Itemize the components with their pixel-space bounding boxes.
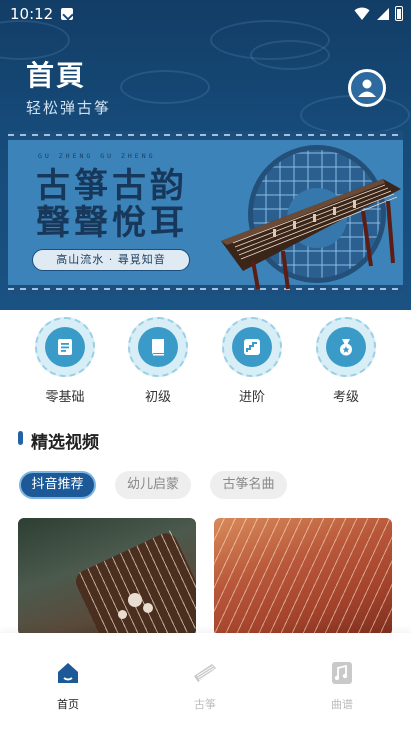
nav-label: 古筝: [194, 698, 216, 711]
signal-icon: [377, 7, 389, 20]
video-thumbnail[interactable]: [18, 518, 196, 636]
category-beginner-zero[interactable]: 零基础: [35, 317, 95, 405]
guzheng-icon: [194, 664, 216, 682]
bottom-navigation: 首页 古筝 曲谱: [0, 633, 411, 730]
banner-border: [8, 131, 403, 140]
home-icon: [58, 663, 78, 683]
banner-tagline: 高山流水 · 尋覓知音: [32, 249, 190, 271]
wifi-icon: [354, 7, 370, 20]
stairs-icon: [244, 339, 260, 355]
sheet-music-icon: [332, 662, 352, 684]
medal-icon: [340, 339, 352, 356]
category-label: 初级: [144, 390, 171, 405]
status-time: 10:12: [10, 5, 54, 23]
promo-banner[interactable]: GU ZHENG GU ZHENG 古箏古韵 聲聲悅耳 高山流水 · 尋覓知音: [8, 131, 403, 294]
section-title: 精选视频: [31, 433, 99, 453]
app-screen: 10:12 首頁 轻松弹古筝 GU ZHENG GU ZHENG 古箏古韵 聲聲…: [0, 0, 411, 730]
tab-douyin-recommend[interactable]: 抖音推荐: [19, 471, 96, 499]
battery-icon: [395, 6, 403, 21]
book-icon: [58, 339, 72, 355]
category-elementary[interactable]: 初级: [128, 317, 188, 405]
video-thumbnail[interactable]: [214, 518, 392, 636]
page-title: 首頁: [26, 59, 87, 92]
nav-label: 首页: [57, 698, 79, 711]
tab-kids-intro[interactable]: 幼儿启蒙: [115, 471, 191, 499]
notebook-icon: [152, 339, 164, 356]
banner-pinyin: GU ZHENG GU ZHENG: [38, 152, 156, 160]
nav-guzheng[interactable]: 古筝: [175, 660, 235, 712]
category-label: 考级: [332, 390, 359, 405]
guzheng-illustration: [221, 179, 401, 290]
nav-sheet-music[interactable]: 曲谱: [312, 660, 372, 712]
status-bar: 10:12: [0, 0, 411, 30]
banner-headline: 古箏古韵: [36, 166, 188, 206]
nav-label: 曲谱: [331, 698, 353, 711]
user-icon: [358, 79, 376, 97]
category-advanced[interactable]: 进阶: [222, 317, 282, 405]
banner-headline: 聲聲悅耳: [36, 203, 188, 243]
profile-button[interactable]: [348, 69, 386, 107]
category-label: 零基础: [45, 390, 85, 405]
category-exam[interactable]: 考级: [316, 317, 376, 405]
category-label: 进阶: [238, 390, 265, 405]
sim-icon: [61, 8, 73, 20]
tab-famous-pieces[interactable]: 古筝名曲: [210, 471, 287, 499]
nav-home[interactable]: 首页: [38, 660, 98, 712]
section-marker: [18, 431, 23, 445]
page-subtitle: 轻松弹古筝: [26, 99, 112, 117]
